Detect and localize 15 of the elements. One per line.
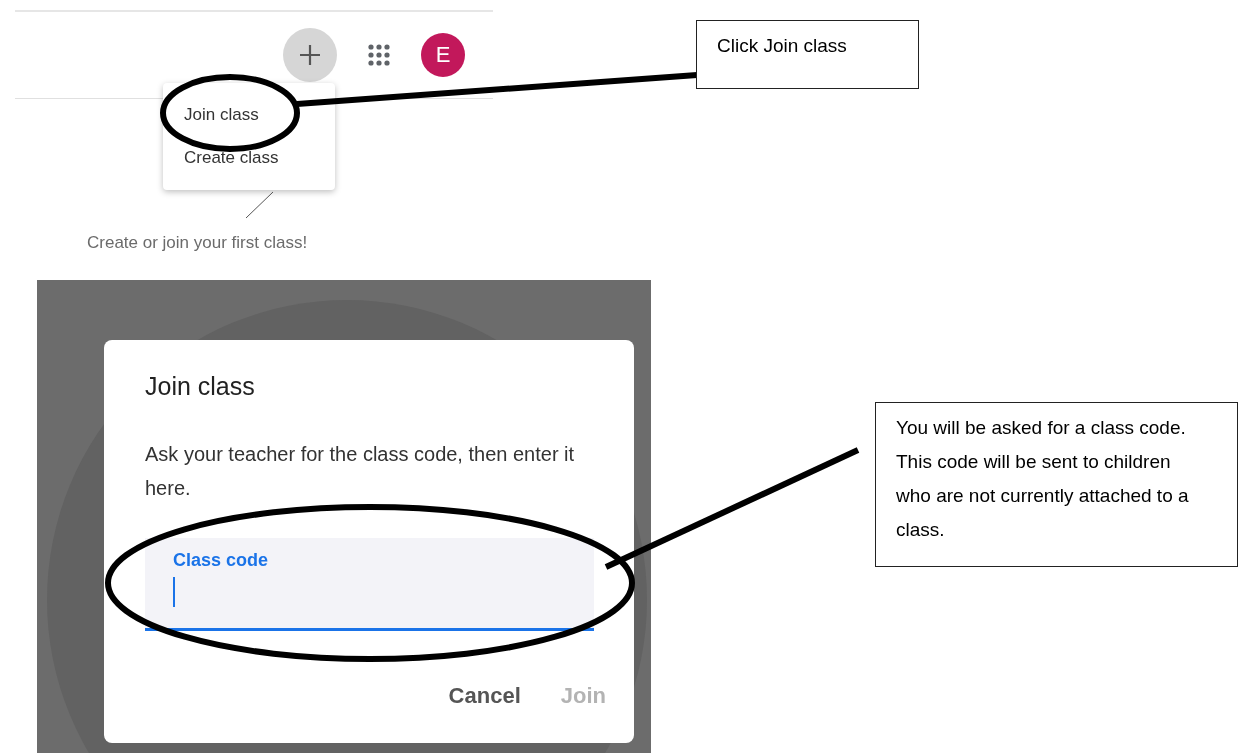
dialog-button[interactable]: Cancel: [448, 683, 521, 709]
class-code-field[interactable]: Class code: [145, 538, 594, 631]
empty-state-hint: Create or join your first class!: [87, 233, 309, 253]
dialog-description: Ask your teacher for the class code, then enter it here.: [145, 442, 576, 501]
account-avatar[interactable]: E: [421, 33, 465, 77]
callout-note: You will be asked for a class code. This code will be sent to children who are not currently attached to a class.: [875, 402, 1238, 567]
grid-icon: [368, 44, 390, 66]
add-button[interactable]: [283, 28, 337, 82]
text-cursor: [173, 577, 175, 607]
dialog-title: Join class: [145, 372, 256, 401]
menu-item[interactable]: Create class: [163, 144, 335, 187]
plus-icon: [299, 44, 321, 66]
menu-item[interactable]: Join class: [163, 101, 335, 144]
callout-note: Click Join class: [696, 20, 919, 89]
apps-grid-button[interactable]: [367, 43, 391, 67]
